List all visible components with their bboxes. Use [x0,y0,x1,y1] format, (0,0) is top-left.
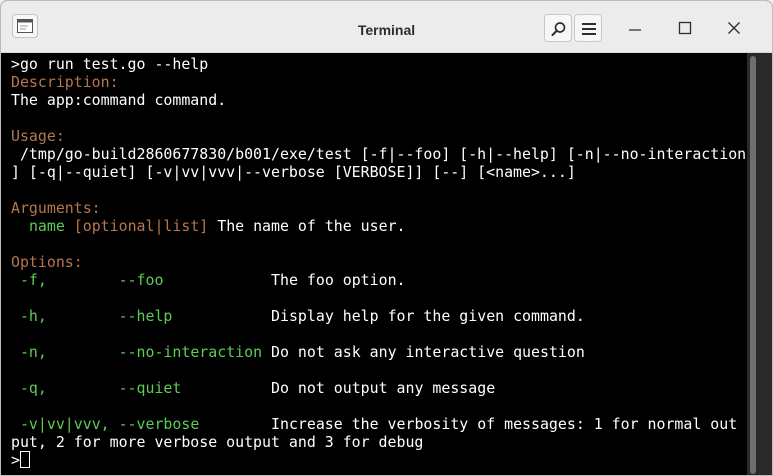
argument-qualifier: [optional|list] [73,217,209,235]
argument-row: name [optional|list] The name of the use… [11,217,747,235]
description-text: The app:command command. [11,91,227,109]
option-row: -f, --foo The foo option. [11,271,747,289]
argument-name: name [28,217,65,235]
option-row: -q, --quiet Do not output any message [11,379,747,397]
final-prompt-line[interactable]: > [11,451,747,469]
option-short: -q, [19,379,47,397]
scrollbar-thumb[interactable] [750,56,756,474]
vertical-scrollbar[interactable] [747,53,772,475]
title-bar[interactable]: Terminal [1,1,772,53]
option-description: The foo option. [271,271,406,289]
minimize-icon [629,29,641,31]
search-icon [551,22,566,36]
option-long: --verbose [118,415,200,433]
options-label: Options: [11,253,83,271]
option-short: -f, [19,271,47,289]
option-row: -h, --help Display help for the given co… [11,307,747,325]
option-description: Do not output any message [271,379,496,397]
terminal-window: Terminal >go run test.go --help Descript… [0,0,773,476]
option-row: -v|vv|vvv, --verbose Increase the verbos… [11,415,747,433]
description-label: Description: [11,73,119,91]
usage-label: Usage: [11,127,65,145]
close-button[interactable] [720,14,748,42]
option-row: -n, --no-interaction Do not ask any inte… [11,343,747,361]
option-description: Do not ask any interactive question [271,343,585,361]
terminal-app-icon[interactable] [12,14,38,38]
text-cursor [19,451,30,468]
option-short: -v|vv|vvv, [19,415,110,433]
maximize-button[interactable] [671,14,699,42]
hamburger-menu-icon [582,23,596,35]
terminal-output[interactable]: >go run test.go --help Description: The … [1,53,747,475]
usage-line-wrapped: ] [-q|--quiet] [-v|vv|vvv|--verbose [VER… [11,163,576,181]
option-description: Display help for the given command. [271,307,585,325]
window-title: Terminal [357,22,416,38]
option-description-wrapped: put, 2 for more verbose output and 3 for… [11,433,424,451]
menu-button[interactable] [574,14,602,42]
prompt-line: >go run test.go --help [11,55,209,73]
argument-description: The name of the user. [217,217,406,235]
minimize-button[interactable] [621,14,649,42]
arguments-label: Arguments: [11,199,101,217]
maximize-icon [678,21,692,35]
usage-line: /tmp/go-build2860677830/b001/exe/test [-… [11,145,747,163]
close-icon [728,22,740,34]
option-short: -n, [19,343,47,361]
option-long: --quiet [118,379,182,397]
option-description: Increase the verbosity of messages: 1 fo… [271,415,738,433]
prompt-symbol: > [11,451,20,469]
option-long: --foo [118,271,164,289]
option-long: --help [118,307,173,325]
option-short: -h, [19,307,47,325]
search-button[interactable] [544,14,572,42]
option-long: --no-interaction [118,343,263,361]
